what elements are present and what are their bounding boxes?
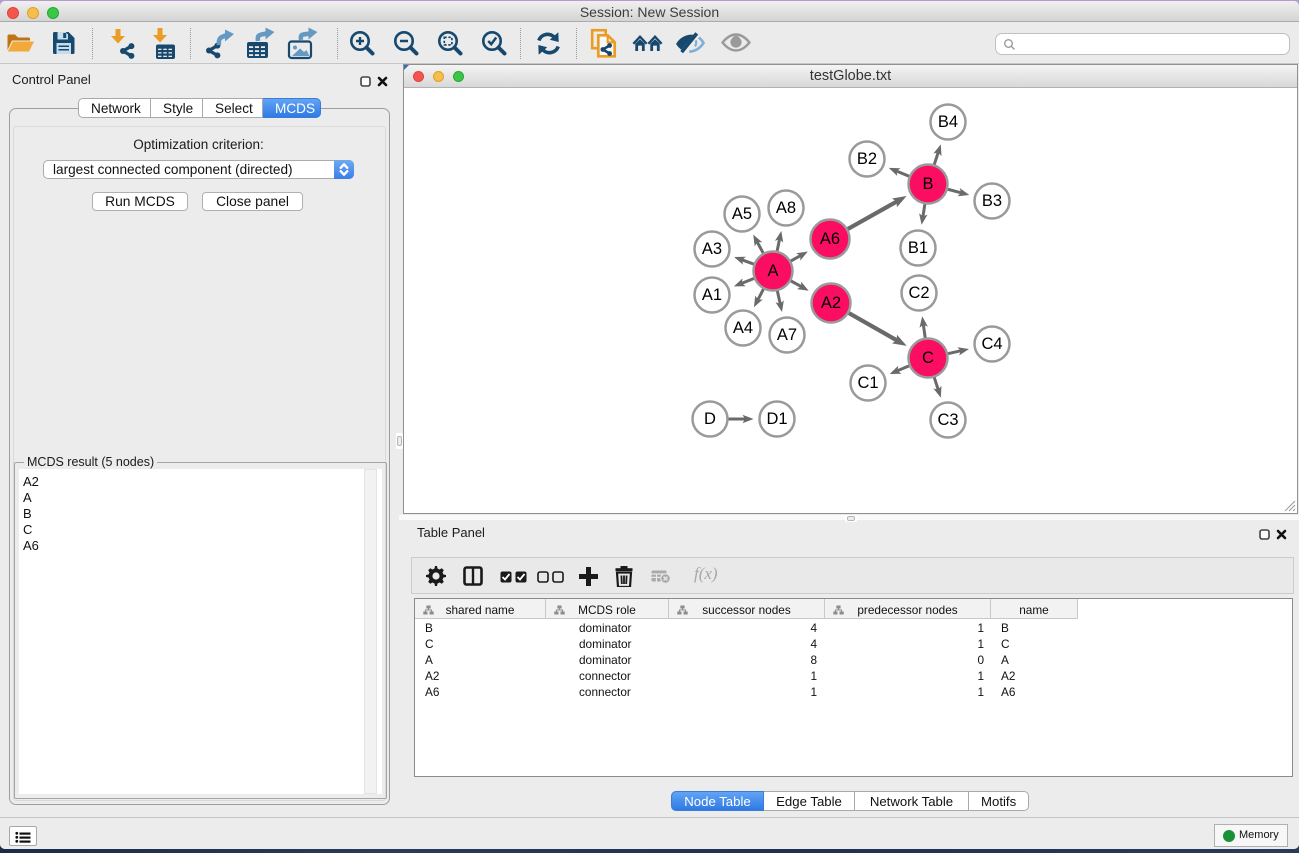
svg-text:D: D (704, 410, 716, 428)
svg-text:A3: A3 (702, 240, 722, 258)
svg-text:C1: C1 (857, 374, 878, 392)
svg-text:C3: C3 (937, 411, 958, 429)
svg-text:C4: C4 (981, 335, 1002, 353)
svg-text:C: C (922, 349, 934, 367)
svg-text:D1: D1 (766, 410, 787, 428)
svg-text:C2: C2 (908, 284, 929, 302)
svg-text:B3: B3 (982, 192, 1002, 210)
svg-text:A1: A1 (702, 286, 722, 304)
svg-text:B2: B2 (857, 150, 877, 168)
svg-text:A2: A2 (821, 294, 841, 312)
svg-text:A8: A8 (776, 199, 796, 217)
svg-text:A7: A7 (777, 326, 797, 344)
svg-text:A4: A4 (733, 319, 753, 337)
svg-text:A6: A6 (820, 230, 840, 248)
svg-text:A5: A5 (732, 205, 752, 223)
svg-text:B: B (922, 175, 933, 193)
svg-text:B1: B1 (908, 239, 928, 257)
svg-text:A: A (767, 262, 778, 280)
svg-text:B4: B4 (938, 113, 958, 131)
